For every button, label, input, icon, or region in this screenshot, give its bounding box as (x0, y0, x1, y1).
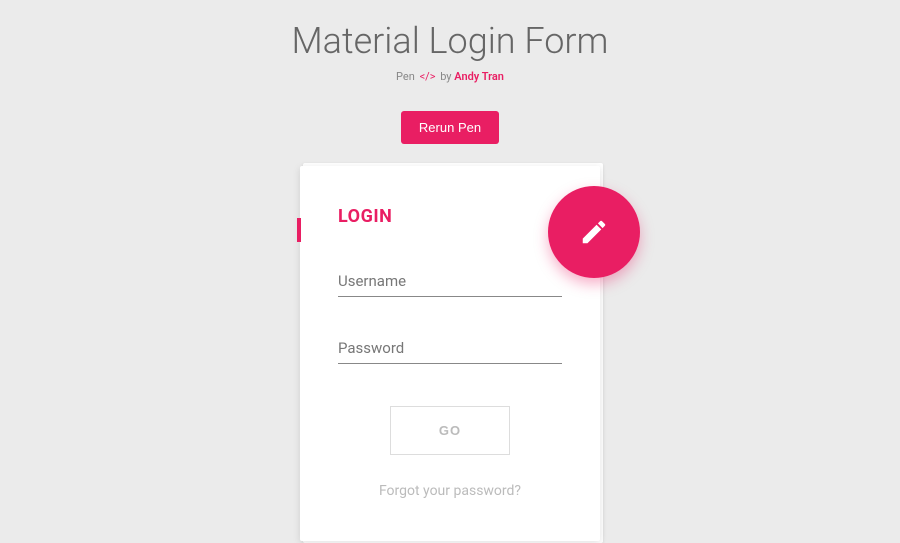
rerun-pen-button[interactable]: Rerun Pen (401, 111, 499, 144)
edit-fab-button[interactable] (548, 186, 640, 278)
subtitle: Pen </> by Andy Tran (0, 70, 900, 83)
forgot-password-link[interactable]: Forgot your password? (338, 483, 562, 499)
username-input[interactable]: Username (338, 272, 562, 297)
pencil-icon (579, 217, 609, 247)
author-link[interactable]: Andy Tran (454, 70, 504, 83)
subtitle-by: by (440, 70, 451, 83)
heart-icon: </> (420, 70, 436, 83)
password-field: Password (338, 339, 562, 364)
username-field: Username (338, 272, 562, 297)
go-button[interactable]: GO (390, 406, 510, 455)
login-card: LOGIN Username Password GO Forgot your p… (300, 166, 600, 541)
accent-bar (297, 218, 301, 242)
password-input[interactable]: Password (338, 339, 562, 364)
subtitle-prefix: Pen (396, 70, 415, 83)
page-title: Material Login Form (0, 0, 900, 62)
card-title: LOGIN (338, 206, 562, 227)
